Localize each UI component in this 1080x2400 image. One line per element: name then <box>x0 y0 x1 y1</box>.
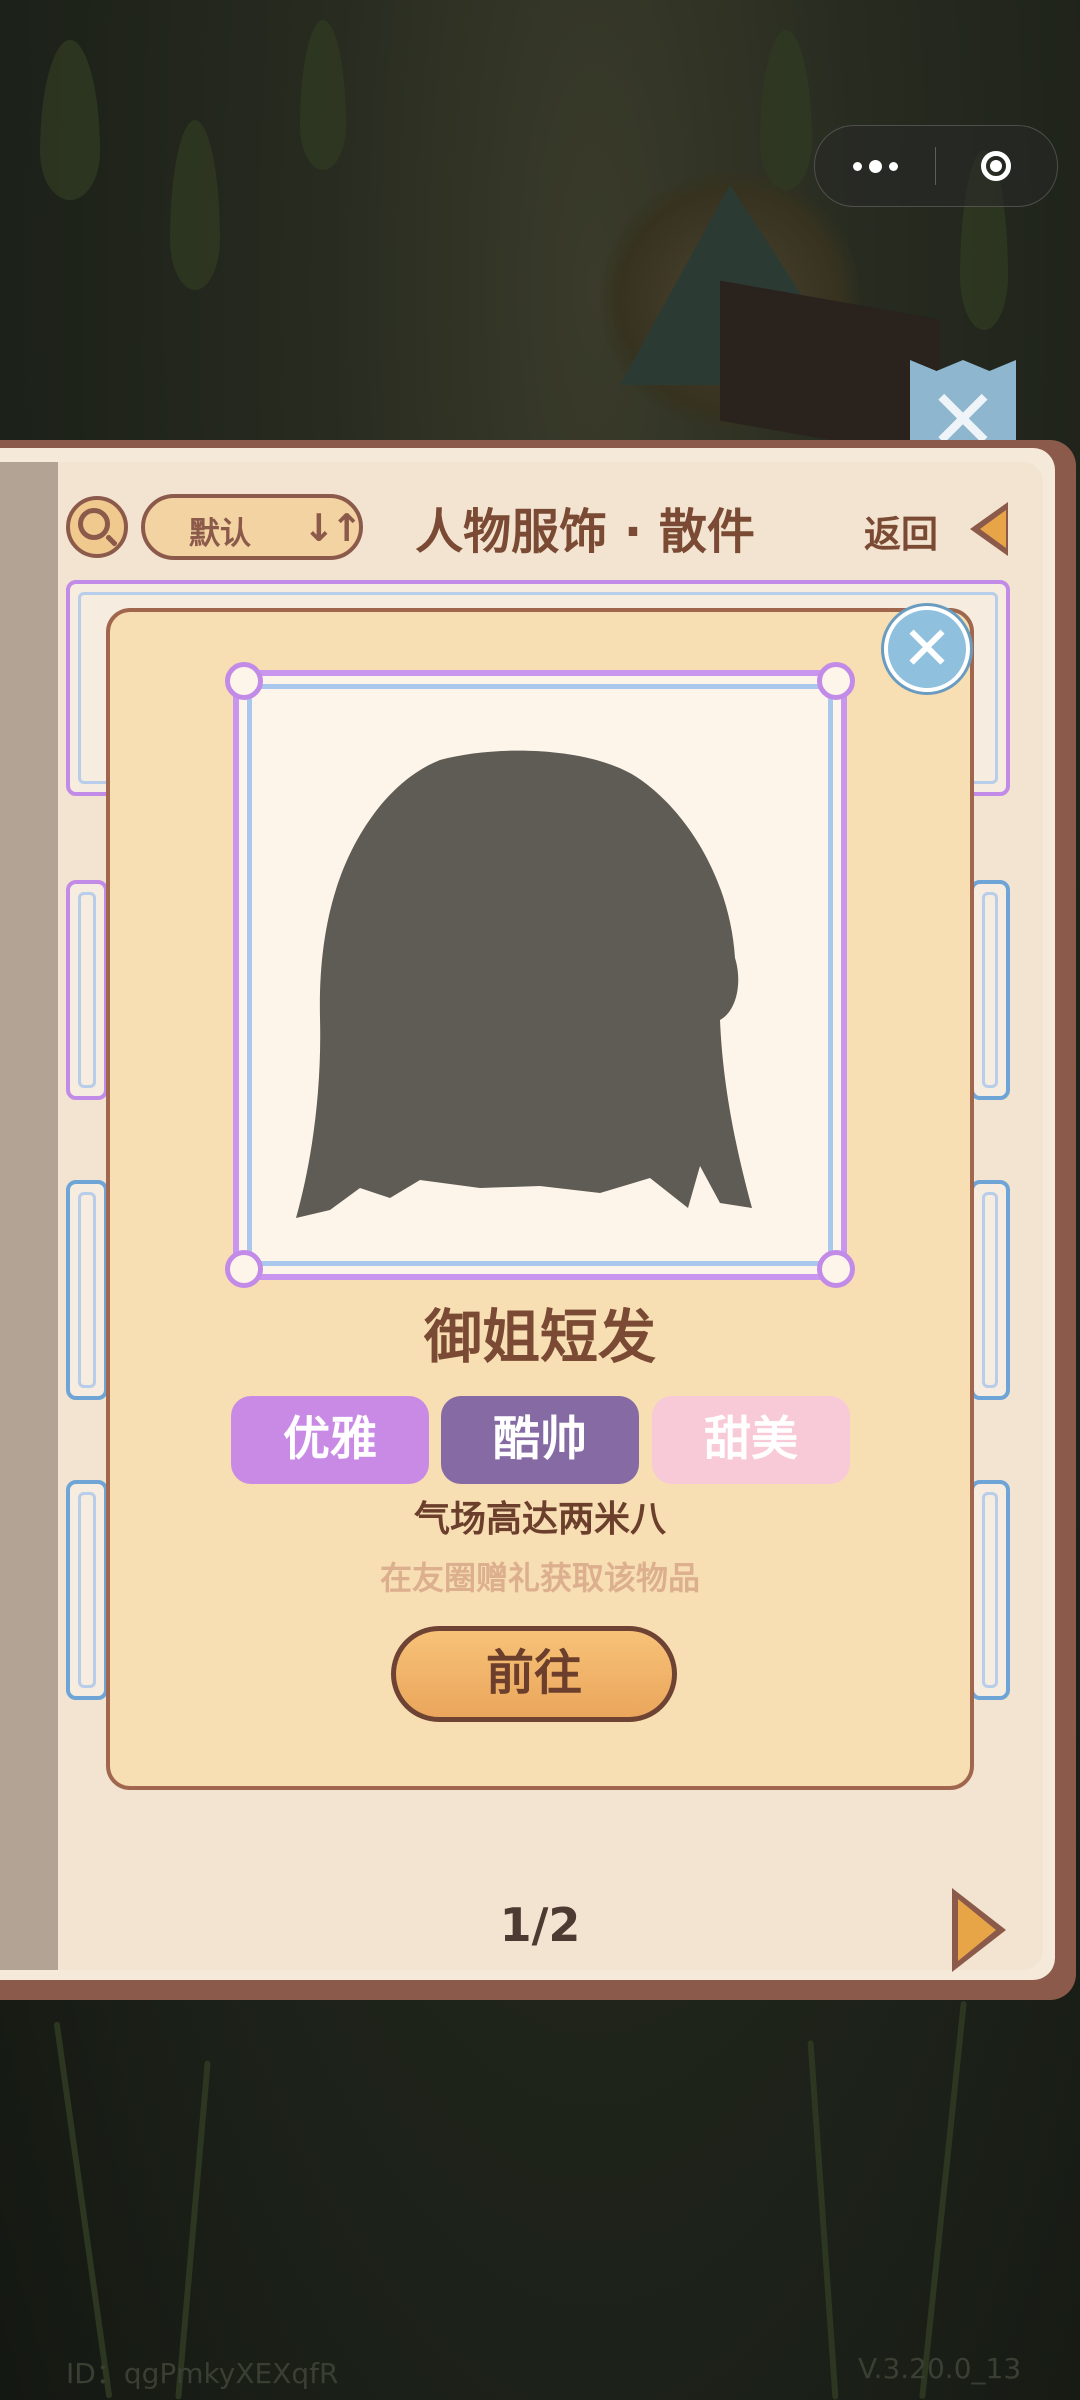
go-button[interactable]: 前往 <box>391 1626 677 1722</box>
modal-close-button[interactable]: ✕ <box>884 606 970 692</box>
page-title: 人物服饰 · 散件 <box>415 504 755 560</box>
item-description: 气场高达两米八 <box>413 1499 666 1540</box>
tag-cool: 酷帅 <box>441 1396 639 1484</box>
list-card <box>66 880 108 1100</box>
book-spine <box>0 462 58 1970</box>
next-page-arrow-icon[interactable] <box>952 1888 1006 1972</box>
tag-elegant: 优雅 <box>231 1396 429 1484</box>
sort-label: 默认 <box>189 516 251 552</box>
back-arrow-icon[interactable] <box>970 502 1008 556</box>
list-card <box>66 1180 108 1400</box>
mini-program-capsule <box>814 125 1058 207</box>
search-button[interactable] <box>66 496 128 558</box>
sort-button[interactable]: 默认 ↓↑ <box>141 494 363 560</box>
search-icon <box>78 508 110 540</box>
list-card <box>970 1180 1010 1400</box>
tag-sweet: 甜美 <box>652 1396 850 1484</box>
close-icon: ✕ <box>901 614 953 684</box>
page-indicator: 1/2 <box>499 1898 581 1952</box>
list-card <box>970 880 1010 1100</box>
more-menu-button[interactable] <box>815 126 935 206</box>
user-id-text: ID：qgPmkyXEXqfR <box>66 2357 339 2390</box>
acquire-hint: 在友圈赠礼获取该物品 <box>379 1559 700 1597</box>
target-icon <box>981 151 1011 181</box>
sort-arrows-icon: ↓↑ <box>303 506 363 550</box>
item-name: 御姐短发 <box>423 1303 656 1371</box>
back-label[interactable]: 返回 <box>864 504 938 558</box>
list-card <box>66 1480 108 1700</box>
list-card <box>970 1480 1010 1700</box>
version-text: V.3.20.0_13 <box>858 2352 1022 2385</box>
hair-silhouette-image <box>296 750 752 1218</box>
exit-mini-program-button[interactable] <box>936 126 1056 206</box>
